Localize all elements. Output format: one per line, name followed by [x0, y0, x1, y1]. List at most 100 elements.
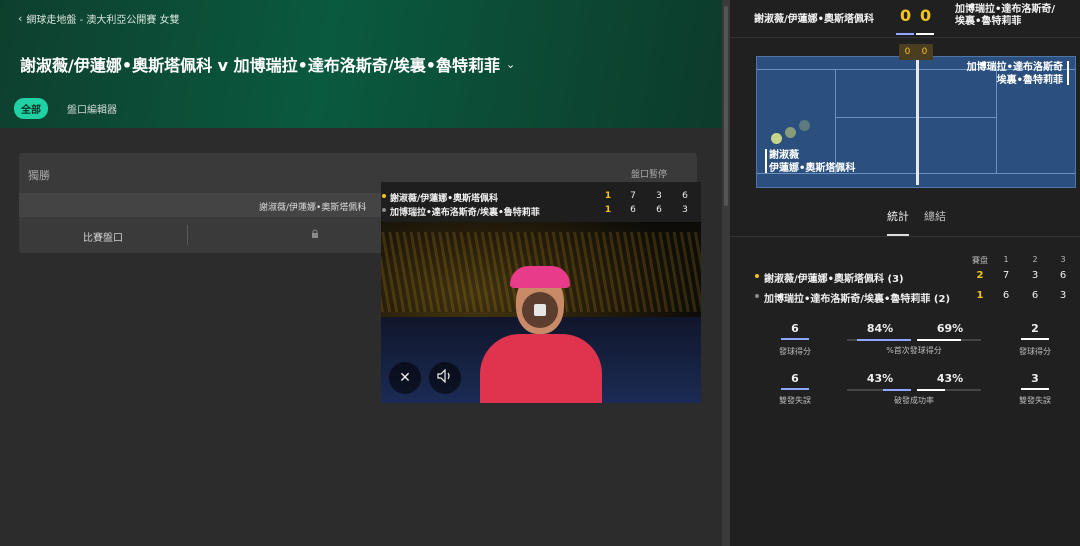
player-1-underline	[896, 33, 914, 35]
tennis-court: 加博瑞拉•達布洛斯奇 埃裏•魯特莉菲 謝淑薇 伊蓮娜•奧斯塔佩科	[756, 56, 1076, 188]
close-video-button[interactable]: ✕	[389, 362, 421, 394]
stat-bar	[1021, 388, 1049, 390]
serve-indicator-icon	[755, 294, 759, 298]
app-root: ‹ 網球走地盤 - 澳大利亞公開賽 女雙 謝淑薇/伊蓮娜•奧斯塔佩科 v 加博瑞…	[0, 0, 1080, 546]
tab-summary[interactable]: 總結	[924, 208, 946, 234]
sb-p2-set3: 3	[1059, 290, 1067, 301]
player-2-marker	[1067, 61, 1069, 85]
tab-stats[interactable]: 統計	[887, 208, 909, 236]
tracker-score-1: 0	[900, 6, 912, 25]
court-visual: 加博瑞拉•達布洛斯奇 埃裏•魯特莉菲 謝淑薇 伊蓮娜•奧斯塔佩科 0 0	[756, 44, 1076, 189]
video-player-1-name: 謝淑薇/伊蓮娜•奧斯塔佩科	[390, 194, 499, 204]
stat-bar	[781, 388, 809, 390]
video-p1-set3: 6	[682, 191, 688, 201]
stop-icon	[534, 304, 546, 316]
video-p2-set3: 3	[682, 205, 688, 215]
tracker-score-2: 0	[920, 6, 932, 25]
sb-header-set1: 1	[1003, 255, 1009, 264]
stat-first-serve-label: %首次發球得分	[886, 346, 942, 355]
video-p2-set2: 6	[656, 205, 662, 215]
sb-row-2: 加博瑞拉•達布洛斯奇/埃裏•魯特莉菲 (2) 1 6 6 3	[730, 290, 1080, 305]
mute-button[interactable]	[429, 362, 461, 394]
tracker-player-1: 謝淑薇/伊蓮娜•奧斯塔佩科	[754, 14, 875, 25]
stat-break-p2-fill	[917, 389, 945, 391]
stat-break-label: 破發成功率	[894, 396, 934, 405]
market-row-divider	[187, 225, 188, 245]
video-p1-set1: 7	[630, 191, 636, 201]
serve-indicator-icon	[382, 194, 386, 198]
market-row-label: 比賽盤口	[83, 233, 123, 244]
sb-player-2-name: 加博瑞拉•達布洛斯奇/埃裏•魯特莉菲 (2)	[764, 294, 951, 305]
serve-indicator-icon	[755, 274, 759, 278]
court-player-2-name: 加博瑞拉•達布洛斯奇 埃裏•魯特莉菲	[967, 61, 1063, 87]
close-icon: ✕	[399, 370, 411, 386]
video-p2-sets: 1	[604, 205, 612, 215]
video-stop-button[interactable]	[522, 292, 558, 328]
sb-row-1: 謝淑薇/伊蓮娜•奧斯塔佩科 (3) 2 7 3 6	[730, 270, 1080, 285]
court-scoreboard: 0 0	[899, 44, 933, 60]
player-shirt	[480, 334, 602, 403]
video-player-figure	[476, 262, 606, 403]
market-column-name: 謝淑薇/伊蓮娜•奧斯塔佩科	[259, 203, 367, 213]
stat-df-p1-value: 6	[791, 372, 799, 385]
tracker-player-2: 加博瑞拉•達布洛斯奇/埃裏•魯特莉菲	[955, 4, 1056, 27]
stat-aces-p1-label: 發球得分	[779, 347, 811, 356]
court-score-1: 0	[904, 47, 911, 57]
stat-bar	[781, 338, 809, 340]
stat-first-serve-p2: 69%	[936, 322, 964, 335]
court-player-1-line1: 謝淑薇	[769, 150, 799, 161]
page-title[interactable]: 謝淑薇/伊蓮娜•奧斯塔佩科 v 加博瑞拉•達布洛斯奇/埃裏•魯特莉菲 ⌄	[20, 52, 515, 76]
stat-aces-p1-value: 6	[791, 322, 799, 335]
match-tracker-pane: 謝淑薇/伊蓮娜•奧斯塔佩科 0 0 加博瑞拉•達布洛斯奇/埃裏•魯特莉菲 加博瑞…	[730, 0, 1080, 546]
sb-player-1-name: 謝淑薇/伊蓮娜•奧斯塔佩科 (3)	[764, 274, 904, 285]
video-player[interactable]: 謝淑薇/伊蓮娜•奧斯塔佩科 1 7 3 6 加博瑞拉•達布洛斯奇/埃裏•魯特莉菲…	[381, 182, 701, 403]
breadcrumb[interactable]: ‹ 網球走地盤 - 澳大利亞公開賽 女雙	[18, 11, 180, 26]
court-player-2-line1: 加博瑞拉•達布洛斯奇	[966, 62, 1063, 73]
market-status: 盤口暫停	[630, 170, 667, 180]
sb-p1-set1: 7	[1002, 270, 1010, 281]
stat-aces-p1: 6	[765, 322, 825, 340]
stat-break-p1-fill	[883, 389, 911, 391]
court-player-2-line2: 埃裏•魯特莉菲	[996, 75, 1063, 86]
ball-trail-icon	[785, 127, 796, 138]
stat-df-p2-value: 3	[1031, 372, 1039, 385]
event-pane: ‹ 網球走地盤 - 澳大利亞公開賽 女雙 謝淑薇/伊蓮娜•奧斯塔佩科 v 加博瑞…	[0, 0, 722, 546]
event-header: ‹ 網球走地盤 - 澳大利亞公開賽 女雙 謝淑薇/伊蓮娜•奧斯塔佩科 v 加博瑞…	[0, 0, 722, 128]
speaker-icon	[437, 368, 453, 387]
sb-p1-set2: 3	[1031, 270, 1039, 281]
ball-trail-icon	[799, 120, 810, 131]
player-cap	[510, 266, 570, 288]
stat-df-p2-label: 雙發失誤	[1019, 396, 1051, 405]
sb-header-set3: 3	[1060, 255, 1066, 264]
stat-aces-p2: 2	[1005, 322, 1065, 340]
filter-chips: 全部 盤口編輯器	[14, 98, 124, 119]
video-p1-set2: 3	[656, 191, 662, 201]
scrollbar[interactable]	[722, 0, 730, 546]
sb-p1-sets: 2	[976, 270, 984, 281]
sb-p2-set2: 6	[1031, 290, 1039, 301]
video-p2-set1: 6	[630, 205, 636, 215]
tracker-header: 謝淑薇/伊蓮娜•奧斯塔佩科 0 0 加博瑞拉•達布洛斯奇/埃裏•魯特莉菲	[730, 0, 1080, 36]
chip-editor[interactable]: 盤口編輯器	[60, 98, 124, 119]
chevron-left-icon[interactable]: ‹	[18, 12, 22, 25]
video-frame[interactable]: ✕	[381, 222, 701, 403]
stat-break-p1: 43%	[866, 372, 894, 385]
stat-df-p1-label: 雙發失誤	[779, 396, 811, 405]
market-title: 獨勝	[28, 169, 50, 182]
video-scoreboard: 謝淑薇/伊蓮娜•奧斯塔佩科 1 7 3 6 加博瑞拉•達布洛斯奇/埃裏•魯特莉菲…	[381, 182, 701, 222]
stat-aces-p2-value: 2	[1031, 322, 1039, 335]
chevron-down-icon[interactable]: ⌄	[506, 58, 515, 71]
sb-header-set2: 2	[1032, 255, 1038, 264]
chip-all[interactable]: 全部	[14, 98, 48, 119]
header-divider	[730, 37, 1080, 38]
breadcrumb-text[interactable]: 網球走地盤 - 澳大利亞公開賽 女雙	[26, 11, 179, 26]
court-net	[916, 57, 919, 185]
player-1-marker	[765, 149, 767, 173]
player-2-underline	[916, 33, 934, 35]
serve-indicator-icon	[382, 208, 386, 212]
sb-p2-set1: 6	[1002, 290, 1010, 301]
stat-first-serve-p1: 84%	[866, 322, 894, 335]
video-p1-sets: 1	[604, 191, 612, 201]
stat-double-faults-p1: 6	[765, 372, 825, 390]
scrollbar-thumb[interactable]	[724, 6, 728, 206]
